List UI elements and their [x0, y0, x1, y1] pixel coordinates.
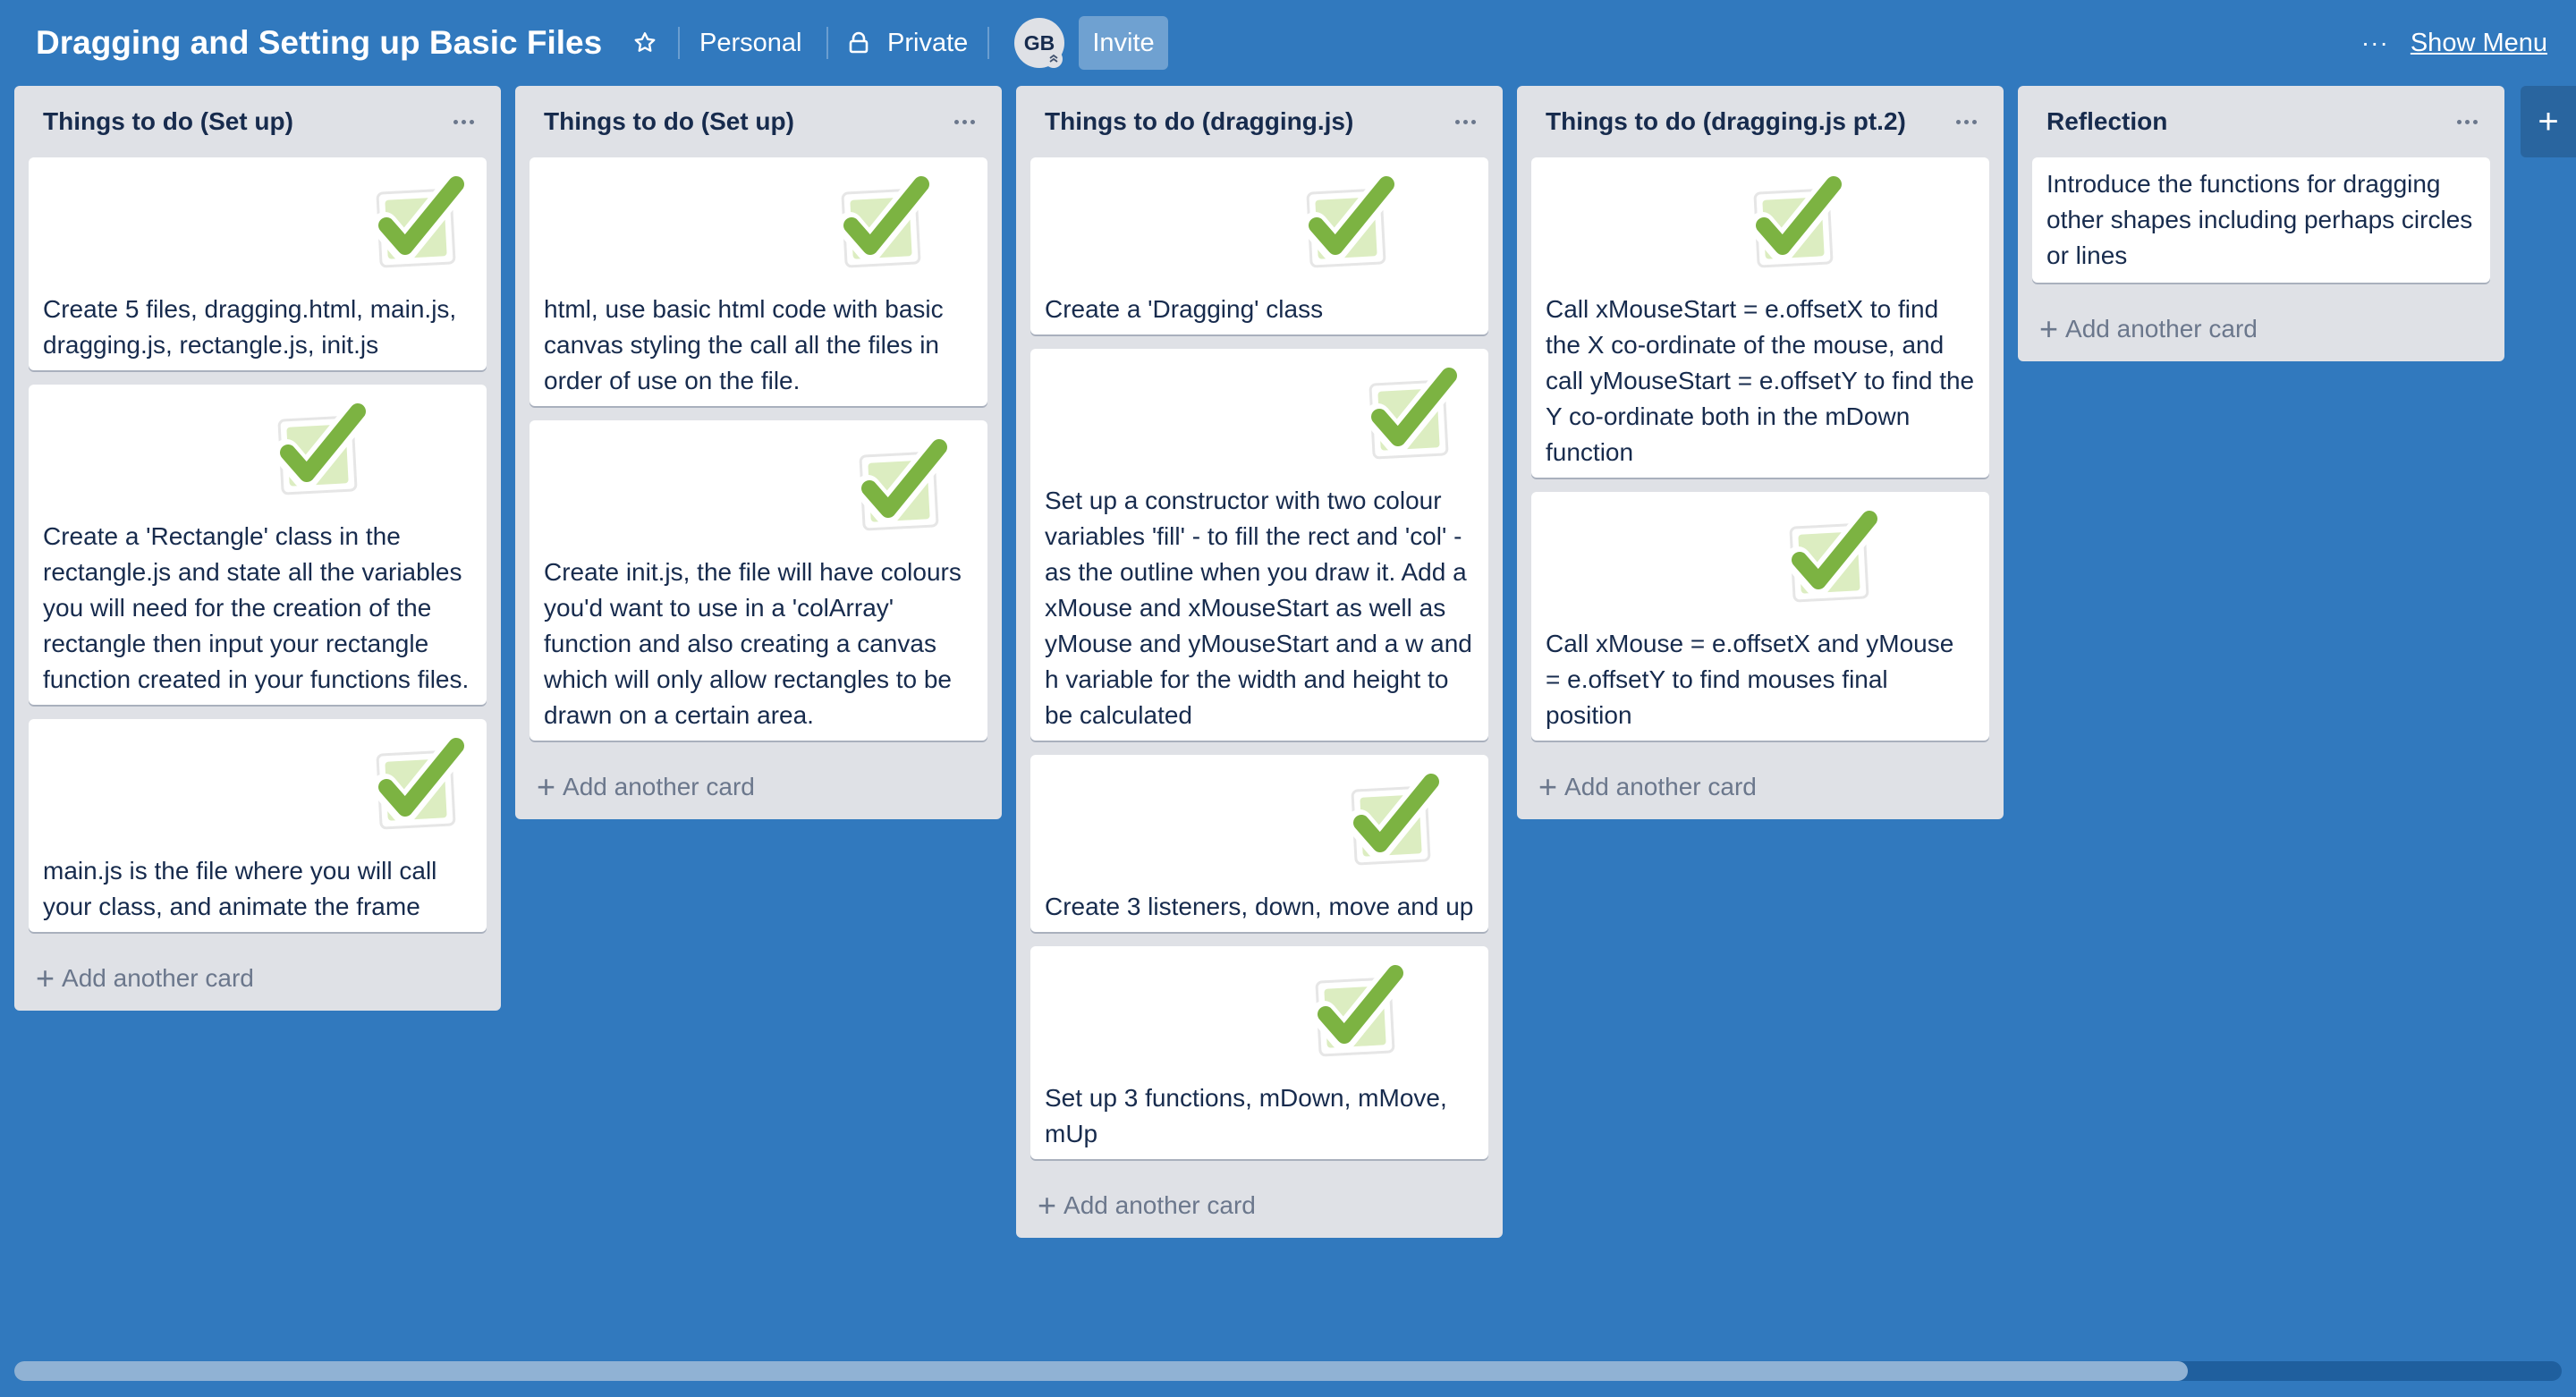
star-button[interactable] [626, 23, 664, 63]
add-card-label: Add another card [62, 964, 254, 992]
star-icon [634, 32, 656, 52]
card[interactable]: Set up a constructor with two colour var… [1030, 349, 1488, 741]
visibility-button[interactable]: Private [837, 21, 979, 64]
list-menu-button[interactable] [1447, 104, 1483, 140]
list-menu-button[interactable] [946, 104, 982, 140]
plus-icon: + [2039, 310, 2059, 347]
list-header[interactable]: Reflection [2018, 86, 2504, 157]
show-menu-button[interactable]: ··· Show Menu [2361, 21, 2547, 64]
checkmark-sticker-icon [360, 166, 474, 281]
invite-button[interactable]: Invite [1079, 16, 1168, 70]
show-menu-label: Show Menu [2410, 28, 2547, 57]
plus-icon: + [36, 960, 55, 996]
card[interactable]: html, use basic html code with basic can… [530, 157, 987, 406]
card-title: Call xMouse = e.offsetX and yMouse = e.o… [1546, 630, 1954, 729]
checkmark-sticker-icon [825, 166, 939, 281]
card-title: Create 3 listeners, down, move and up [1045, 893, 1474, 920]
add-list-button[interactable]: + [2521, 86, 2576, 157]
add-card-button[interactable]: + Add another card [515, 755, 1002, 819]
card[interactable]: Set up 3 functions, mDown, mMove, mUp [1030, 946, 1488, 1159]
visibility-label: Private [887, 28, 969, 57]
card-title: Create 5 files, dragging.html, main.js, … [43, 295, 457, 359]
card[interactable]: Create a 'Rectangle' class in the rectan… [29, 385, 487, 705]
checkmark-sticker-icon [261, 394, 376, 508]
team-button[interactable]: Personal [689, 21, 812, 64]
card[interactable]: Introduce the functions for dragging oth… [2032, 157, 2490, 283]
plus-icon: + [1538, 768, 1558, 805]
card-title: Introduce the functions for dragging oth… [2046, 170, 2473, 269]
header-divider [826, 27, 828, 59]
card-title: Create init.js, the file will have colou… [544, 558, 962, 729]
list: Things to do (dragging.js pt.2) Call xMo… [1517, 86, 2004, 819]
list-menu-button[interactable] [2449, 104, 2485, 140]
header-divider [987, 27, 989, 59]
plus-icon: + [2538, 101, 2559, 141]
card-title: Set up a constructor with two colour var… [1045, 487, 1472, 729]
list-header[interactable]: Things to do (dragging.js pt.2) [1517, 86, 2004, 157]
checkmark-sticker-icon [1335, 764, 1449, 878]
card[interactable]: main.js is the file where you will call … [29, 719, 487, 932]
checkmark-sticker-icon [843, 429, 957, 544]
list-title[interactable]: Things to do (dragging.js pt.2) [1546, 107, 1906, 136]
list-menu-button[interactable] [445, 104, 481, 140]
ellipsis-icon: ··· [2360, 29, 2389, 56]
card-title: Create a 'Rectangle' class in the rectan… [43, 522, 470, 693]
horizontal-scrollbar-thumb[interactable] [14, 1361, 2188, 1381]
header-divider [678, 27, 680, 59]
list: Reflection Introduce the functions for d… [2018, 86, 2504, 361]
board-title[interactable]: Dragging and Setting up Basic Files [36, 20, 602, 66]
card-title: Create a 'Dragging' class [1045, 295, 1324, 323]
card[interactable]: Call xMouseStart = e.offsetX to find the… [1531, 157, 1989, 478]
add-card-label: Add another card [563, 773, 755, 800]
add-card-button[interactable]: + Add another card [2018, 297, 2504, 361]
list-title[interactable]: Things to do (Set up) [544, 107, 794, 136]
card[interactable]: Create a 'Dragging' class [1030, 157, 1488, 334]
card-title: Set up 3 functions, mDown, mMove, mUp [1045, 1084, 1447, 1147]
board-header: Dragging and Setting up Basic Files Pers… [0, 0, 2576, 86]
card[interactable]: Call xMouse = e.offsetX and yMouse = e.o… [1531, 492, 1989, 741]
list-title[interactable]: Reflection [2046, 107, 2167, 136]
card-title: main.js is the file where you will call … [43, 857, 437, 920]
list-header[interactable]: Things to do (dragging.js) [1016, 86, 1503, 157]
card[interactable]: Create 3 listeners, down, move and up [1030, 755, 1488, 932]
checkmark-sticker-icon [360, 728, 474, 842]
list-menu-button[interactable] [1948, 104, 1984, 140]
add-card-button[interactable]: + Add another card [1517, 755, 2004, 819]
checkmark-sticker-icon [1299, 955, 1413, 1070]
checkmark-sticker-icon [1773, 501, 1887, 615]
list-header[interactable]: Things to do (Set up) [14, 86, 501, 157]
card[interactable]: Create init.js, the file will have colou… [530, 420, 987, 741]
checkmark-sticker-icon [1737, 166, 1852, 281]
plus-icon: + [537, 768, 556, 805]
list-title[interactable]: Things to do (Set up) [43, 107, 293, 136]
card-title: html, use basic html code with basic can… [544, 295, 944, 394]
list-title[interactable]: Things to do (dragging.js) [1045, 107, 1353, 136]
add-card-label: Add another card [1063, 1191, 1256, 1219]
card[interactable]: Create 5 files, dragging.html, main.js, … [29, 157, 487, 370]
list: Things to do (Set up) Create 5 files, dr… [14, 86, 501, 1011]
lock-icon [849, 31, 869, 54]
card-title: Call xMouseStart = e.offsetX to find the… [1546, 295, 1975, 466]
team-label: Personal [699, 28, 802, 57]
add-card-button[interactable]: + Add another card [14, 946, 501, 1011]
checkmark-sticker-icon [1352, 358, 1467, 472]
admin-badge-icon [1045, 50, 1063, 68]
plus-icon: + [1038, 1187, 1057, 1223]
add-card-label: Add another card [1564, 773, 1757, 800]
list-header[interactable]: Things to do (Set up) [515, 86, 1002, 157]
list: Things to do (dragging.js) Create a 'Dra… [1016, 86, 1503, 1238]
list: Things to do (Set up) html, use basic ht… [515, 86, 1002, 819]
checkmark-sticker-icon [1290, 166, 1404, 281]
add-card-label: Add another card [2065, 315, 2258, 343]
add-card-button[interactable]: + Add another card [1016, 1173, 1503, 1238]
